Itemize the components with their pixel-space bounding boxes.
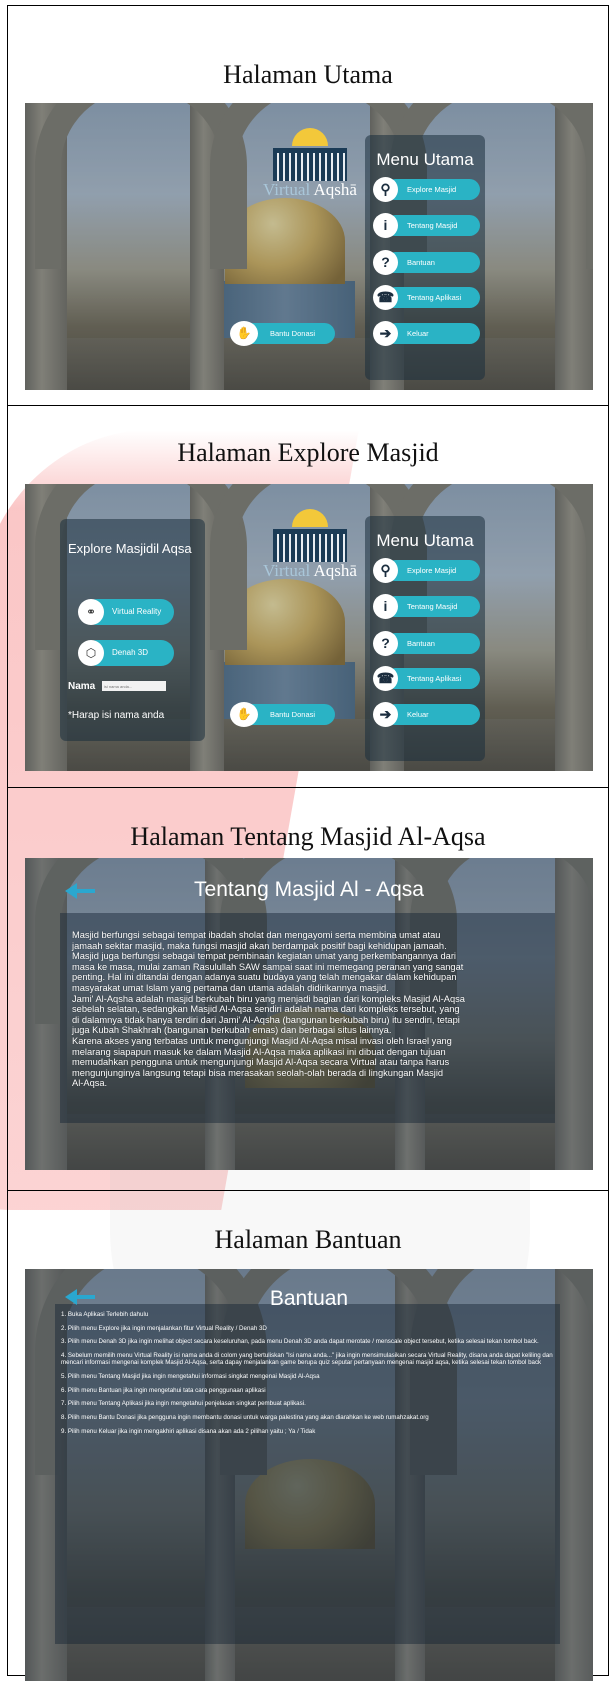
help-icon: ?: [373, 250, 398, 275]
explore-masjid-button[interactable]: ⚲ Explore Masjid: [373, 177, 483, 202]
keluar-button[interactable]: ➔ Keluar: [373, 321, 483, 346]
screenshot-halaman-bantuan: Bantuan 1. Buka Aplikasi Terlebih dahulu…: [25, 1269, 593, 1681]
virtual-reality-button[interactable]: ⚭ Virtual Reality: [78, 599, 174, 625]
explore-masjid-button[interactable]: ⚲ Explore Masjid: [373, 558, 483, 583]
tentang-aplikasi-button[interactable]: ☎ Tentang Aplikasi: [373, 285, 483, 310]
nama-hint: *Harap isi nama anda: [68, 710, 165, 721]
menu-title: Menu Utama: [376, 531, 474, 550]
row-halaman-bantuan: Halaman Bantuan Bantuan 1. Buka Aplikasi…: [7, 1190, 609, 1681]
tentang-masjid-button[interactable]: i Tentang Masjid: [373, 594, 483, 619]
search-icon: ⚲: [373, 177, 398, 202]
explore-panel: Explore Masjidil Aqsa ⚭ Virtual Reality ⬡…: [60, 519, 205, 741]
row-halaman-tentang: Halaman Tentang Masjid Al-Aqsa Tentang M…: [7, 787, 609, 1191]
list-item: 9. Pilih menu Keluar jika ingin mengakhi…: [61, 1427, 316, 1435]
phone-icon: ☎: [373, 666, 398, 691]
screenshot-halaman-explore: Virtual Aqshā Explore Masjidil Aqsa ⚭ Vir…: [25, 484, 593, 771]
row-halaman-explore: Halaman Explore Masjid Virtual Aqshā Exp…: [7, 405, 609, 788]
info-icon: i: [373, 213, 398, 238]
exit-icon: ➔: [373, 702, 398, 727]
vr-headset-icon: ⚭: [78, 599, 104, 625]
list-item: 1. Buka Aplikasi Terlebih dahulu: [61, 1311, 149, 1318]
page-title: Tentang Masjid Al - Aqsa: [194, 878, 424, 901]
screenshot-halaman-tentang: Tentang Masjid Al - Aqsa Masjid berfungs…: [25, 858, 593, 1170]
caption: Halaman Explore Masjid: [177, 438, 439, 467]
bantuan-button[interactable]: ? Bantuan: [373, 631, 483, 656]
exit-icon: ➔: [373, 321, 398, 346]
search-icon: ⚲: [373, 558, 398, 583]
cube-icon: ⬡: [78, 640, 104, 666]
explore-title: Explore Masjidil Aqsa: [68, 541, 192, 556]
page-title: Bantuan: [269, 1287, 349, 1310]
tentang-masjid-button[interactable]: i Tentang Masjid: [373, 213, 483, 238]
list-item: 7. Pilih menu Tentang Aplikasi jika ingi…: [61, 1400, 306, 1408]
bantu-donasi-button[interactable]: ✋ Bantu Donasi: [230, 321, 335, 346]
main-menu-panel: Menu Utama ⚲ Explore Masjid i Tentang Masj…: [365, 135, 485, 380]
list-item: 6. Pilih menu Bantuan jika ingin mengeta…: [61, 1386, 266, 1394]
info-icon: i: [373, 594, 398, 619]
main-menu-panel: Menu Utama ⚲ Explore Masjid i Tentang Masj…: [365, 516, 485, 761]
bantu-donasi-button[interactable]: ✋ Bantu Donasi: [230, 702, 335, 727]
help-list: 1. Buka Aplikasi Terlebih dahulu 2. Pili…: [61, 1311, 563, 1442]
list-item: 5. Pilih menu Tentang Masjid jika ingin …: [61, 1373, 320, 1381]
nama-input[interactable]: [102, 681, 166, 691]
bantuan-button[interactable]: ? Bantuan: [373, 250, 483, 275]
phone-icon: ☎: [373, 285, 398, 310]
figure-table: Halaman Utama Virtual Aqshā Menu Utama ⚲…: [7, 5, 609, 1681]
about-text: Masjid berfungsi sebagai tempat ibadah s…: [72, 930, 465, 1089]
list-item: 4. Sebelum memilih menu Virtual Reality …: [61, 1352, 553, 1367]
list-item: 2. Pilih menu Explore jika ingin menjala…: [61, 1324, 267, 1332]
caption: Halaman Utama: [223, 60, 393, 89]
help-icon: ?: [373, 631, 398, 656]
tentang-aplikasi-button[interactable]: ☎ Tentang Aplikasi: [373, 666, 483, 691]
row-halaman-utama: Halaman Utama Virtual Aqshā Menu Utama ⚲…: [7, 5, 609, 406]
list-item: 8. Pilih menu Bantu Donasi jika pengguna…: [61, 1414, 429, 1422]
menu-title: Menu Utama: [376, 150, 474, 169]
handshake-icon: ✋: [230, 321, 258, 346]
app-logo: Virtual Aqshā: [255, 128, 365, 206]
denah-3d-button[interactable]: ⬡ Denah 3D: [78, 640, 174, 666]
keluar-button[interactable]: ➔ Keluar: [373, 702, 483, 727]
caption: Halaman Bantuan: [214, 1225, 402, 1254]
list-item: 3. Pilih menu Denah 3D jika ingin meliha…: [61, 1338, 539, 1346]
screenshot-halaman-utama: Virtual Aqshā Menu Utama ⚲ Explore Masjid…: [25, 103, 593, 390]
caption: Halaman Tentang Masjid Al-Aqsa: [130, 822, 486, 851]
app-logo: Virtual Aqshā: [255, 509, 365, 587]
nama-label: Nama: [68, 681, 96, 692]
handshake-icon: ✋: [230, 702, 258, 727]
